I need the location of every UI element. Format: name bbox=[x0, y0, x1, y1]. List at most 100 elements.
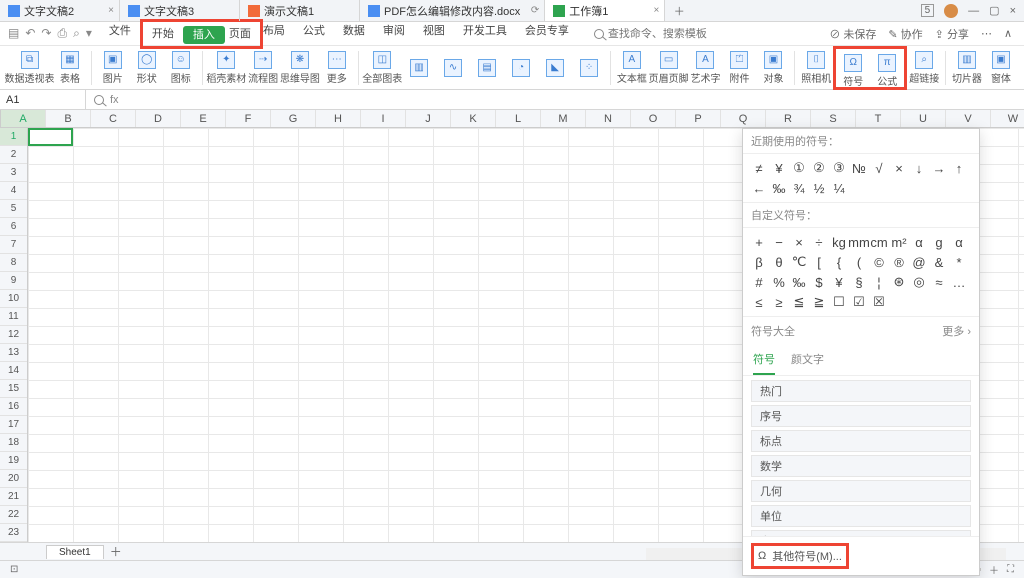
row-10[interactable]: 10 bbox=[0, 290, 27, 308]
sym-custom-item[interactable]: β bbox=[749, 252, 769, 272]
sym-custom-item[interactable]: kg bbox=[829, 232, 849, 252]
col-N[interactable]: N bbox=[586, 110, 631, 127]
sym-recent-item[interactable]: ← bbox=[749, 178, 769, 198]
sym-recent-item[interactable]: № bbox=[849, 158, 869, 178]
ribbon-chart-scatter[interactable]: ⁘ bbox=[572, 46, 606, 90]
sym-custom-item[interactable]: & bbox=[929, 252, 949, 272]
col-U[interactable]: U bbox=[901, 110, 946, 127]
row-1[interactable]: 1 bbox=[0, 128, 27, 146]
print-icon[interactable]: ⎙ bbox=[57, 26, 67, 41]
col-T[interactable]: T bbox=[856, 110, 901, 127]
ribbon-object[interactable]: ▣对象 bbox=[756, 46, 790, 90]
ribbon-allcharts[interactable]: ◫全部图表 bbox=[362, 46, 402, 90]
sym-custom-item[interactable]: ≥ bbox=[769, 292, 789, 312]
sym-custom-item[interactable]: [ bbox=[809, 252, 829, 272]
sheet-tab-1[interactable]: Sheet1 bbox=[46, 545, 104, 559]
sym-custom-item[interactable]: ≦ bbox=[789, 292, 809, 312]
ribbon-textbox[interactable]: A文本框 bbox=[615, 46, 649, 90]
minimize-icon[interactable]: — bbox=[968, 5, 979, 17]
sym-category[interactable]: 单位 bbox=[751, 505, 971, 527]
sym-custom-item[interactable]: © bbox=[869, 252, 889, 272]
sym-custom-item[interactable]: m² bbox=[889, 232, 909, 252]
sym-custom-item[interactable]: ≤ bbox=[749, 292, 769, 312]
row-9[interactable]: 9 bbox=[0, 272, 27, 290]
row-11[interactable]: 11 bbox=[0, 308, 27, 326]
add-sheet-button[interactable]: ＋ bbox=[110, 543, 122, 560]
maximize-icon[interactable]: ▢ bbox=[989, 4, 999, 17]
col-L[interactable]: L bbox=[496, 110, 541, 127]
sym-custom-item[interactable]: … bbox=[949, 272, 969, 292]
menu-more-icon[interactable]: ⋯ bbox=[981, 27, 992, 40]
col-H[interactable]: H bbox=[316, 110, 361, 127]
doc-tab-4[interactable]: PDF怎么编辑修改内容.docx⟳ bbox=[360, 0, 545, 21]
ribbon-table[interactable]: ▦表格 bbox=[53, 46, 87, 90]
menu-insert[interactable]: 插入 bbox=[183, 26, 225, 44]
row-2[interactable]: 2 bbox=[0, 146, 27, 164]
row-3[interactable]: 3 bbox=[0, 164, 27, 182]
undo-icon[interactable]: ↶ bbox=[25, 26, 35, 41]
sym-custom-item[interactable]: ( bbox=[849, 252, 869, 272]
row-18[interactable]: 18 bbox=[0, 434, 27, 452]
row-20[interactable]: 20 bbox=[0, 470, 27, 488]
ribbon-chart-pie[interactable]: ◔ bbox=[504, 46, 538, 90]
sym-recent-item[interactable]: ½ bbox=[809, 178, 829, 198]
sym-custom-item[interactable]: ≈ bbox=[929, 272, 949, 292]
ribbon-docer[interactable]: ✦稻壳素材 bbox=[207, 46, 247, 90]
sym-custom-item[interactable]: ≧ bbox=[809, 292, 829, 312]
fx-area[interactable]: fx bbox=[86, 94, 127, 106]
sym-tab-symbols[interactable]: 符号 bbox=[753, 345, 775, 375]
sym-recent-item[interactable]: → bbox=[929, 158, 949, 178]
col-S[interactable]: S bbox=[811, 110, 856, 127]
share-button[interactable]: ⇪ 分享 bbox=[935, 26, 969, 42]
sym-recent-item[interactable]: ¾ bbox=[789, 178, 809, 198]
search-input[interactable] bbox=[608, 28, 718, 40]
sym-category[interactable]: 标点 bbox=[751, 430, 971, 452]
sym-custom-item[interactable]: g bbox=[929, 232, 949, 252]
menu-view[interactable]: 视图 bbox=[414, 19, 454, 49]
ribbon-chart-line[interactable]: ∿ bbox=[436, 46, 470, 90]
sym-custom-item[interactable]: $ bbox=[809, 272, 829, 292]
sym-category[interactable]: 几何 bbox=[751, 480, 971, 502]
menu-start[interactable]: 开始 bbox=[143, 22, 183, 46]
unsaved-indicator[interactable]: ⊘ 未保存 bbox=[829, 26, 876, 42]
menu-layout-partial[interactable]: 页面 bbox=[225, 22, 260, 46]
menu-data[interactable]: 数据 bbox=[334, 19, 374, 49]
menu-layout[interactable]: 布局 bbox=[263, 19, 294, 49]
menu-dev[interactable]: 开发工具 bbox=[454, 19, 516, 49]
col-R[interactable]: R bbox=[766, 110, 811, 127]
sym-category[interactable]: 数学 bbox=[751, 455, 971, 477]
ribbon-wordart[interactable]: A艺术字 bbox=[688, 46, 722, 90]
row-15[interactable]: 15 bbox=[0, 380, 27, 398]
col-Q[interactable]: Q bbox=[721, 110, 766, 127]
sym-other-button[interactable]: Ω其他符号(M)... bbox=[758, 548, 842, 564]
sym-custom-item[interactable]: cm bbox=[869, 232, 889, 252]
zoom-in-button[interactable]: ＋ bbox=[989, 562, 999, 577]
sym-custom-item[interactable]: ‰ bbox=[789, 272, 809, 292]
avatar[interactable] bbox=[944, 4, 958, 18]
sym-recent-item[interactable]: × bbox=[889, 158, 909, 178]
row-22[interactable]: 22 bbox=[0, 506, 27, 524]
sym-custom-item[interactable]: mm bbox=[849, 232, 869, 252]
ribbon-flow[interactable]: ⇢流程图 bbox=[246, 46, 280, 90]
ribbon-slicer[interactable]: ▥切片器 bbox=[950, 46, 984, 90]
ribbon-chart-area[interactable]: ◣ bbox=[538, 46, 572, 90]
preview-icon[interactable]: ⌕ bbox=[73, 26, 80, 41]
row-19[interactable]: 19 bbox=[0, 452, 27, 470]
doc-tab-1[interactable]: 文字文稿2× bbox=[0, 0, 120, 21]
ribbon-picture[interactable]: ▣图片 bbox=[96, 46, 130, 90]
sym-custom-item[interactable]: α bbox=[909, 232, 929, 252]
col-C[interactable]: C bbox=[91, 110, 136, 127]
col-G[interactable]: G bbox=[271, 110, 316, 127]
ribbon-mind[interactable]: ❋思维导图 bbox=[280, 46, 320, 90]
row-6[interactable]: 6 bbox=[0, 218, 27, 236]
sym-custom-item[interactable]: { bbox=[829, 252, 849, 272]
sym-more-link[interactable]: 更多 › bbox=[942, 323, 971, 339]
col-D[interactable]: D bbox=[136, 110, 181, 127]
sym-recent-item[interactable]: ¼ bbox=[829, 178, 849, 198]
name-box[interactable]: A1 bbox=[0, 90, 86, 109]
sym-recent-item[interactable]: ‰ bbox=[769, 178, 789, 198]
sym-recent-item[interactable]: ¥ bbox=[769, 158, 789, 178]
sym-custom-item[interactable]: ¦ bbox=[869, 272, 889, 292]
sym-custom-item[interactable]: ℃ bbox=[789, 252, 809, 272]
sym-custom-item[interactable]: ☒ bbox=[869, 292, 889, 312]
